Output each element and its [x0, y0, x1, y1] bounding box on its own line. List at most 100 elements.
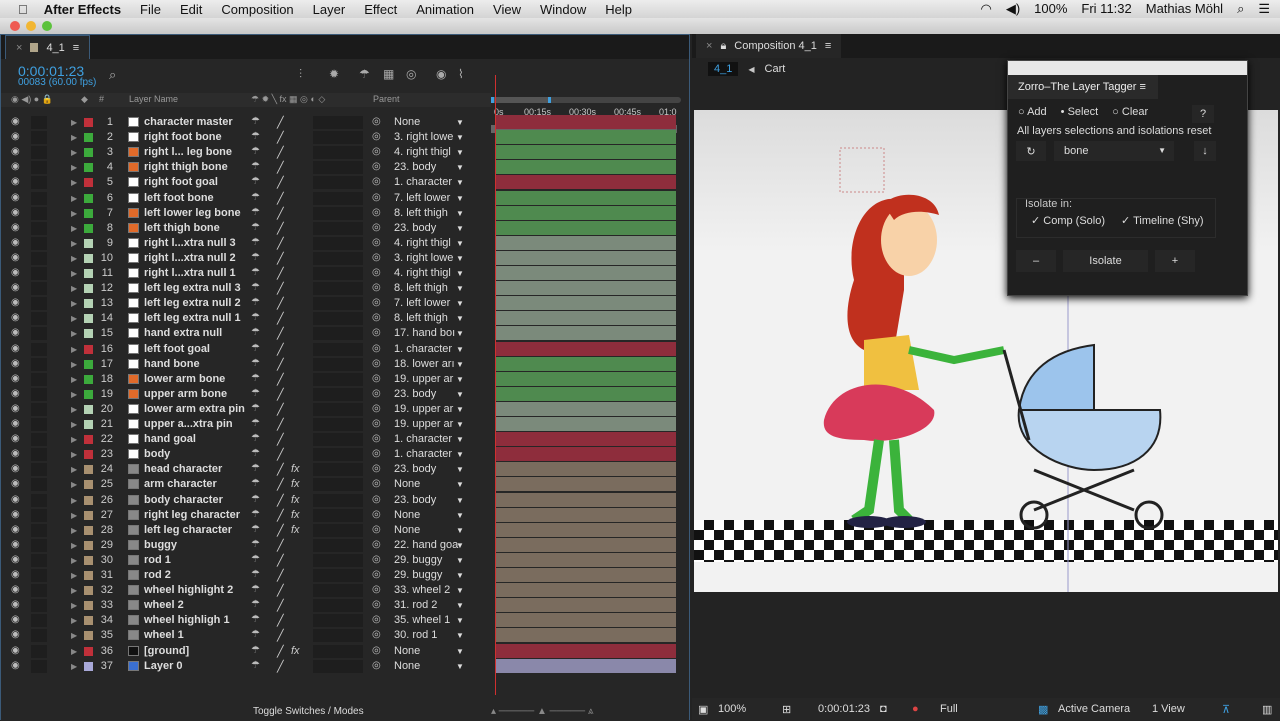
solo-toggle[interactable]: [31, 176, 47, 190]
composition-tab[interactable]: × 🔒︎ Composition 4_1 ≡: [696, 34, 842, 58]
layer-row[interactable]: ◉ ▶ 19 upper arm bone ☂ ╱ ◎ 23. body ▼: [1, 386, 689, 402]
layer-name[interactable]: wheel highlight 2: [144, 584, 233, 596]
chevron-down-icon[interactable]: ▼: [456, 148, 464, 157]
quality-switch-icon[interactable]: ╱: [277, 494, 284, 507]
parent-select[interactable]: 23. body: [394, 388, 436, 400]
visibility-eye-icon[interactable]: ◉: [11, 312, 20, 323]
quality-switch-icon[interactable]: ╱: [277, 192, 284, 205]
visibility-eye-icon[interactable]: ◉: [11, 448, 20, 459]
layer-duration-bar[interactable]: [495, 175, 676, 190]
expand-triangle-icon[interactable]: ▶: [71, 526, 77, 535]
pick-whip-icon[interactable]: ◎: [372, 388, 381, 399]
switch-boxes[interactable]: [313, 523, 363, 537]
fx-switch-icon[interactable]: fx: [291, 524, 300, 536]
expand-triangle-icon[interactable]: ▶: [71, 269, 77, 278]
close-tab-icon[interactable]: ×: [16, 42, 22, 54]
chevron-down-icon[interactable]: ▼: [456, 360, 464, 369]
parent-select[interactable]: 30. rod 1: [394, 629, 437, 641]
quality-switch-icon[interactable]: ╱: [277, 312, 284, 325]
parent-select[interactable]: 23. body: [394, 463, 436, 475]
solo-toggle[interactable]: [31, 131, 47, 145]
quality-switch-icon[interactable]: ╱: [277, 252, 284, 265]
switch-boxes[interactable]: [313, 312, 363, 326]
volume-icon[interactable]: ◀): [1006, 1, 1020, 17]
expand-triangle-icon[interactable]: ▶: [71, 647, 77, 656]
fx-switch-icon[interactable]: fx: [291, 494, 300, 506]
pick-whip-icon[interactable]: ◎: [372, 207, 381, 218]
shy-switch-icon[interactable]: ☂: [251, 358, 260, 369]
pick-whip-icon[interactable]: ◎: [372, 327, 381, 338]
visibility-eye-icon[interactable]: ◉: [11, 554, 20, 565]
pick-whip-icon[interactable]: ◎: [372, 418, 381, 429]
motion-blur-icon[interactable]: ◎: [406, 67, 416, 81]
visibility-eye-icon[interactable]: ◉: [11, 478, 20, 489]
visibility-eye-icon[interactable]: ◉: [11, 629, 20, 640]
layer-name[interactable]: right l... leg bone: [144, 146, 232, 158]
layer-row[interactable]: ◉ ▶ 27 right leg character ☂ ╱ fx ◎ None ▼: [1, 507, 689, 523]
pick-whip-icon[interactable]: ◎: [372, 343, 381, 354]
pick-whip-icon[interactable]: ◎: [372, 524, 381, 535]
switch-boxes[interactable]: [313, 342, 363, 356]
layer-name[interactable]: character master: [144, 116, 233, 128]
parent-select[interactable]: 1. character: [394, 176, 452, 188]
transparency-grid-icon[interactable]: ▩: [1038, 703, 1048, 716]
layer-row[interactable]: ◉ ▶ 31 rod 2 ☂ ╱ ◎ 29. buggy ▼: [1, 568, 689, 583]
solo-toggle[interactable]: [31, 463, 47, 477]
layer-duration-bar[interactable]: [495, 658, 676, 673]
layer-row[interactable]: ◉ ▶ 22 hand goal ☂ ╱ ◎ 1. character ▼: [1, 432, 689, 447]
expand-triangle-icon[interactable]: ▶: [71, 556, 77, 565]
switch-boxes[interactable]: [313, 297, 363, 311]
visibility-eye-icon[interactable]: ◉: [11, 116, 20, 127]
mode-add-radio[interactable]: ○ Add: [1018, 106, 1047, 118]
solo-toggle[interactable]: [31, 372, 47, 386]
switch-boxes[interactable]: [313, 131, 363, 145]
layer-row[interactable]: ◉ ▶ 26 body character ☂ ╱ fx ◎ 23. body ▼: [1, 492, 689, 508]
solo-toggle[interactable]: [31, 508, 47, 522]
layer-duration-bar[interactable]: [495, 386, 676, 401]
solo-toggle[interactable]: [31, 327, 47, 341]
layer-duration-bar[interactable]: [495, 583, 676, 598]
layer-duration-bar[interactable]: [495, 266, 676, 280]
visibility-eye-icon[interactable]: ◉: [11, 494, 20, 505]
layer-duration-bar[interactable]: [495, 417, 676, 431]
shy-switch-icon[interactable]: ☂: [251, 388, 260, 399]
solo-toggle[interactable]: [31, 402, 47, 416]
pick-whip-icon[interactable]: ◎: [372, 569, 381, 580]
switch-boxes[interactable]: [313, 553, 363, 567]
parent-select[interactable]: 29. buggy: [394, 554, 442, 566]
parent-select[interactable]: 4. right thigl: [394, 237, 451, 249]
shy-switch-icon[interactable]: ☂: [251, 418, 260, 429]
shy-switch-icon[interactable]: ☂: [251, 222, 260, 233]
parent-select[interactable]: 18. lower arı: [394, 358, 455, 370]
toggle-switches-modes-button[interactable]: Toggle Switches / Modes: [253, 706, 364, 717]
timeline-icon[interactable]: ▥: [1262, 703, 1272, 716]
chevron-down-icon[interactable]: ▼: [456, 269, 464, 278]
solo-toggle[interactable]: [31, 553, 47, 567]
menu-edit[interactable]: Edit: [180, 2, 202, 17]
chevron-down-icon[interactable]: ▼: [456, 118, 464, 127]
layer-row[interactable]: ◉ ▶ 32 wheel highlight 2 ☂ ╱ ◎ 33. wheel 2 ▼: [1, 583, 689, 598]
layer-row[interactable]: ◉ ▶ 14 left leg extra null 1 ☂ ╱ ◎ 8. left thig…: [1, 311, 689, 326]
quality-switch-icon[interactable]: ╱: [277, 176, 284, 189]
pick-whip-icon[interactable]: ◎: [372, 237, 381, 248]
visibility-eye-icon[interactable]: ◉: [11, 131, 20, 142]
pick-whip-icon[interactable]: ◎: [372, 478, 381, 489]
shy-icon[interactable]: ☂: [359, 67, 370, 81]
switch-boxes[interactable]: [313, 599, 363, 613]
pick-whip-icon[interactable]: ◎: [372, 554, 381, 565]
quality-switch-icon[interactable]: ╱: [277, 554, 284, 567]
quality-switch-icon[interactable]: ╱: [277, 509, 284, 522]
apple-icon[interactable]: : [18, 2, 28, 17]
visibility-eye-icon[interactable]: ◉: [11, 569, 20, 580]
switch-boxes[interactable]: [313, 267, 363, 280]
solo-toggle[interactable]: [31, 538, 47, 552]
layer-name[interactable]: wheel 2: [144, 599, 184, 611]
expand-triangle-icon[interactable]: ▶: [71, 616, 77, 625]
fx-switch-icon[interactable]: fx: [291, 509, 300, 521]
chevron-down-icon[interactable]: ▼: [456, 435, 464, 444]
isolate-button[interactable]: Isolate: [1063, 250, 1148, 272]
layer-duration-bar[interactable]: [495, 220, 676, 235]
expand-triangle-icon[interactable]: ▶: [71, 405, 77, 414]
expand-triangle-icon[interactable]: ▶: [71, 329, 77, 338]
work-area-navigator[interactable]: [491, 97, 681, 103]
